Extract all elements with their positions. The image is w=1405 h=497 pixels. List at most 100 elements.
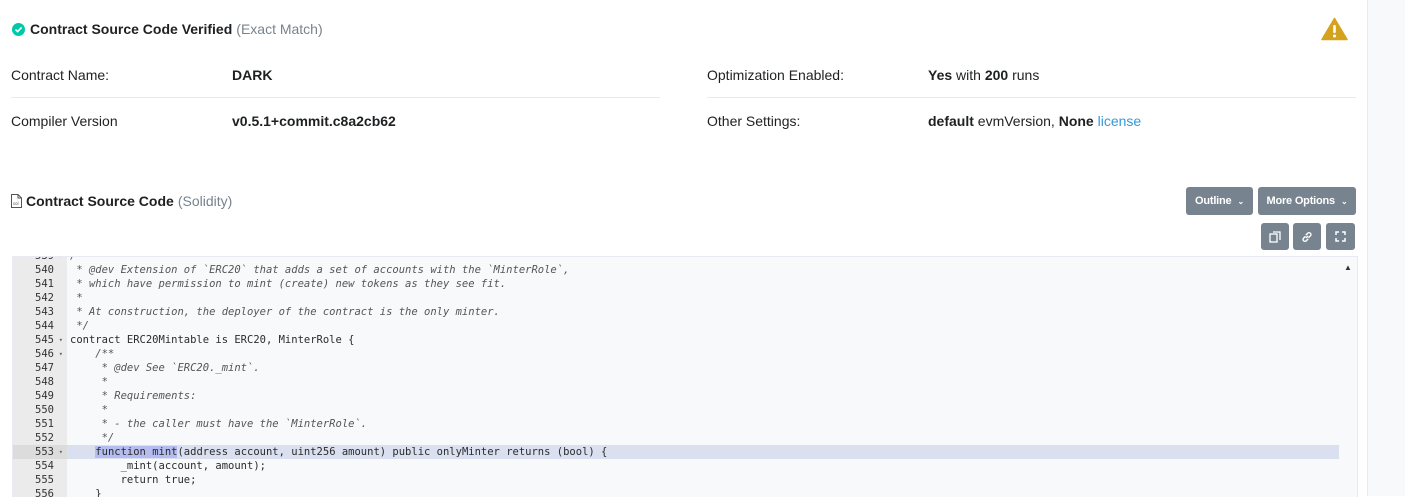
code-line: 555 return true; — [13, 473, 1339, 487]
settings-label: Other Settings: — [707, 113, 801, 129]
line-number-text: 552 — [35, 432, 54, 444]
outline-label: Outline — [1194, 195, 1232, 207]
line-number: 550 — [13, 403, 67, 417]
optimization-label: Optimization Enabled: — [707, 67, 844, 83]
code-text: contract ERC20Mintable is ERC20, MinterR… — [70, 334, 355, 346]
link-icon — [1302, 231, 1312, 242]
line-number-text: 544 — [35, 320, 54, 332]
divider — [707, 97, 1356, 98]
code-text: _mint(account, amount); — [70, 460, 266, 472]
code-text: * At construction, the deployer of the c… — [70, 306, 500, 318]
code-text: */ — [70, 320, 89, 332]
optimization-runs-word: runs — [1012, 67, 1040, 83]
file-code-icon: sol — [11, 194, 22, 208]
scroll-up-icon[interactable]: ▲ — [1344, 263, 1352, 272]
page-scrollbar[interactable] — [1367, 0, 1405, 496]
code-text: * — [70, 376, 108, 388]
line-number-text: 539 — [35, 256, 54, 262]
code-line: 547 * @dev See `ERC20._mint`. — [13, 361, 1339, 375]
verified-subtitle: (Exact Match) — [236, 21, 323, 37]
code-text: /** — [70, 256, 89, 262]
line-number-text: 555 — [35, 474, 54, 486]
chevron-down-icon: ⌄ — [1237, 196, 1244, 206]
line-number-text: 542 — [35, 292, 54, 304]
line-number: 554 — [13, 459, 67, 473]
line-number: 539 ▾ — [13, 256, 67, 263]
selected-text: function mint — [95, 446, 178, 458]
optimization-row: Optimization Enabled: Yes with 200 runs — [707, 67, 1357, 85]
code-line: 551 * - the caller must have the `Minter… — [13, 417, 1339, 431]
link-button[interactable] — [1293, 223, 1321, 250]
more-options-button[interactable]: More Options ⌄ — [1258, 187, 1356, 215]
check-circle-icon — [12, 22, 25, 36]
settings-default: default — [928, 113, 974, 129]
more-options-label: More Options — [1266, 195, 1335, 207]
divider — [11, 97, 660, 98]
line-number: 540 — [13, 263, 67, 277]
verified-title: Contract Source Code Verified — [30, 21, 233, 37]
code-line: 543 * At construction, the deployer of t… — [13, 305, 1339, 319]
line-number: 541 — [13, 277, 67, 291]
expand-icon — [1335, 231, 1346, 242]
code-line: 545 ▾ contract ERC20Mintable is ERC20, Min… — [13, 333, 1339, 347]
verified-status: Contract Source Code Verified (Exact Mat… — [12, 20, 323, 38]
code-line: 541 * which have permission to mint (cre… — [13, 277, 1339, 291]
code-text: * — [70, 404, 108, 416]
line-number: 548 — [13, 375, 67, 389]
code-line: 549 * Requirements: — [13, 389, 1339, 403]
line-number-text: 547 — [35, 362, 54, 374]
settings-none: None — [1058, 113, 1094, 129]
code-text: * which have permission to mint (create)… — [70, 278, 507, 290]
compiler-value: v0.5.1+commit.c8a2cb62 — [232, 113, 396, 129]
line-number-text: 549 — [35, 390, 54, 402]
code-text: * Requirements: — [70, 390, 197, 402]
code-line: 546 ▾ /** — [13, 347, 1339, 361]
chevron-down-icon: ⌄ — [1340, 196, 1348, 206]
fullscreen-button[interactable] — [1326, 223, 1355, 250]
compiler-row: Compiler Version v0.5.1+commit.c8a2cb62 — [11, 113, 661, 131]
optimization-with: with — [956, 67, 981, 83]
code-editor[interactable]: 539 ▾ /** 540 * @dev Extension of `ERC20` t… — [12, 256, 1358, 497]
license-link[interactable]: license — [1098, 113, 1142, 129]
settings-evm: evmVersion, — [977, 113, 1055, 129]
code-line: 544 */ — [13, 319, 1339, 333]
fold-toggle-icon[interactable]: ▾ — [59, 445, 63, 459]
fold-toggle-icon[interactable]: ▾ — [59, 347, 63, 361]
line-number-text: 550 — [35, 404, 54, 416]
copy-button[interactable] — [1261, 223, 1289, 250]
line-number: 543 — [13, 305, 67, 319]
line-number: 544 — [13, 319, 67, 333]
line-number-text: 553 — [35, 446, 54, 458]
code-text: */ — [70, 432, 115, 444]
outline-button[interactable]: Outline ⌄ — [1186, 187, 1253, 215]
code-line: 553 ▾ function mint(address account, uint… — [13, 445, 1339, 459]
copy-icon — [1269, 230, 1281, 243]
warning-icon[interactable] — [1321, 17, 1348, 41]
settings-value: default evmVersion, None license — [928, 113, 1141, 129]
optimization-runs: 200 — [984, 67, 1009, 83]
code-line: 539 ▾ /** — [13, 256, 1339, 263]
line-number: 553 ▾ — [13, 445, 67, 459]
fold-toggle-icon[interactable]: ▾ — [59, 257, 63, 263]
line-number-text: 546 — [35, 348, 54, 360]
code-text: function mint(address account, uint256 a… — [95, 446, 608, 458]
line-number: 555 — [13, 473, 67, 487]
line-number: 542 — [13, 291, 67, 305]
line-number: 546 ▾ — [13, 347, 67, 361]
code-line: 540 * @dev Extension of `ERC20` that add… — [13, 263, 1339, 277]
line-number: 545 ▾ — [13, 333, 67, 347]
line-number-text: 540 — [35, 264, 54, 276]
code-line: 542 * — [13, 291, 1339, 305]
line-number-text: 545 — [35, 334, 54, 346]
svg-text:sol: sol — [13, 201, 19, 206]
contract-name-label: Contract Name: — [11, 67, 110, 83]
line-number: 547 — [13, 361, 67, 375]
code-line: 554 _mint(account, amount); — [13, 459, 1339, 473]
line-number-text: 551 — [35, 418, 54, 430]
code-scrollbar[interactable]: ▲ — [1339, 257, 1357, 497]
source-title-text: Contract Source Code — [26, 193, 174, 209]
code-text: * @dev See `ERC20._mint`. — [70, 362, 260, 374]
code-line: 548 * — [13, 375, 1339, 389]
fold-toggle-icon[interactable]: ▾ — [59, 333, 63, 347]
code-text: * — [70, 292, 83, 304]
